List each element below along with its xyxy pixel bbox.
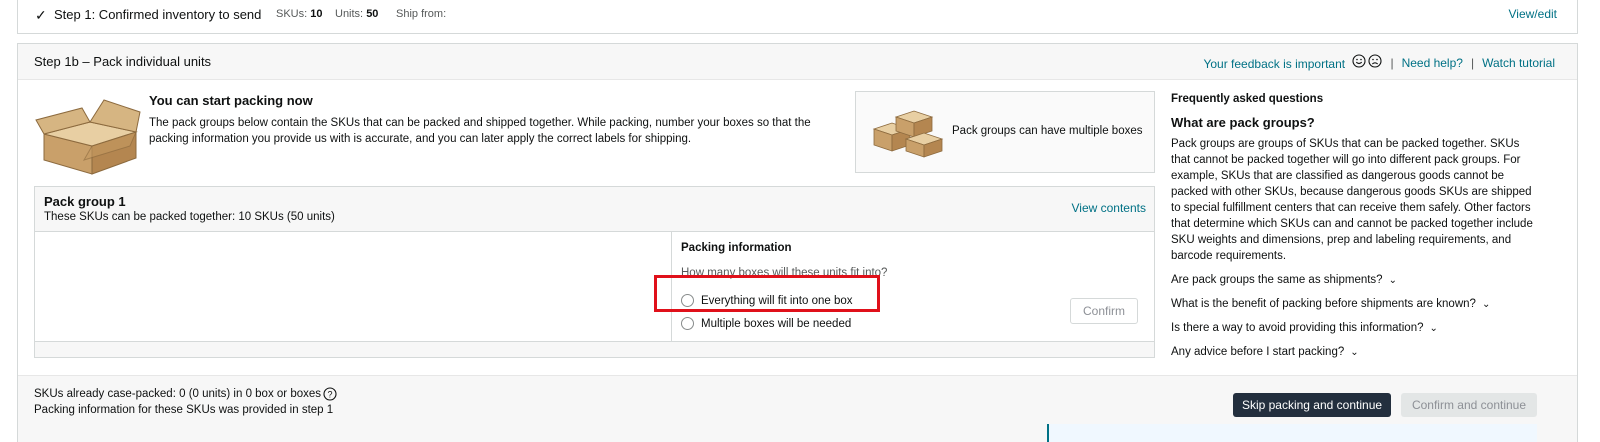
link-separator: | (1390, 55, 1394, 70)
faq-item[interactable]: What is the benefit of packing before sh… (1171, 296, 1541, 312)
start-packing-title: You can start packing now (149, 93, 313, 108)
svg-text:?: ? (328, 389, 333, 399)
start-packing-text: The pack groups below contain the SKUs t… (149, 117, 811, 145)
multiple-boxes-radio[interactable] (681, 317, 694, 330)
link-separator: | (1470, 55, 1475, 70)
pack-group-subtitle: These SKUs can be packed together: 10 SK… (44, 211, 335, 223)
stacked-boxes-icon (872, 110, 944, 158)
step1-title: Step 1: Confirmed inventory to send (54, 7, 262, 22)
highlight-annotation-box (654, 275, 880, 312)
pack-group-title: Pack group 1 (44, 194, 126, 209)
multiple-boxes-card: Pack groups can have multiple boxes (855, 91, 1155, 173)
skus-summary: SKUs: 10 (276, 8, 323, 20)
chevron-down-icon: ⌄ (1429, 322, 1438, 334)
pack-group-footer (35, 341, 1154, 357)
feedback-faces-icon[interactable] (1352, 54, 1382, 68)
panel-header: Step 1b – Pack individual units Your fee… (18, 44, 1577, 80)
view-edit-link[interactable]: View/edit (1509, 7, 1557, 21)
need-help-link[interactable]: Need help? (1402, 56, 1463, 70)
packing-info-title: Packing information (681, 242, 792, 254)
faq-item[interactable]: Any advice before I start packing? ⌄ (1171, 344, 1541, 360)
pack-group-body: Packing information How many boxes will … (35, 232, 1154, 342)
view-contents-link[interactable]: View contents (1072, 201, 1147, 215)
sad-face-icon (1368, 54, 1382, 68)
pack-group-header: Pack group 1 These SKUs can be packed to… (35, 187, 1154, 232)
confirm-button[interactable]: Confirm (1070, 298, 1138, 324)
chevron-down-icon: ⌄ (1350, 346, 1359, 358)
step1-summary-bar: ✓ Step 1: Confirmed inventory to send SK… (17, 0, 1578, 34)
pack-units-panel: Step 1b – Pack individual units Your fee… (17, 43, 1578, 442)
pack-group-card: Pack group 1 These SKUs can be packed to… (34, 186, 1155, 358)
faq-section: Frequently asked questions What are pack… (1171, 93, 1541, 360)
ship-from-label: Ship from: (396, 8, 447, 20)
checkmark-icon: ✓ (35, 7, 47, 23)
provided-note: Packing information for these SKUs was p… (34, 404, 334, 416)
happy-face-icon (1352, 54, 1366, 68)
faq-answer: Pack groups are groups of SKUs that can … (1171, 138, 1533, 262)
option-multiple-boxes[interactable]: Multiple boxes will be needed (681, 317, 851, 330)
faq-item[interactable]: Are pack groups the same as shipments? ⌄ (1171, 272, 1541, 288)
case-packed-summary: SKUs already case-packed: 0 (0 units) in… (34, 387, 337, 401)
info-box (1049, 424, 1537, 442)
units-summary: Units: 50 (335, 8, 379, 20)
open-box-icon (35, 99, 141, 175)
multiple-boxes-text: Pack groups can have multiple boxes (952, 125, 1143, 137)
bottom-action-bar: SKUs already case-packed: 0 (0 units) in… (18, 375, 1577, 442)
faq-item[interactable]: Is there a way to avoid providing this i… (1171, 320, 1541, 336)
help-icon[interactable]: ? (323, 387, 337, 401)
faq-question-title: What are pack groups? (1171, 115, 1315, 130)
multiple-boxes-label[interactable]: Multiple boxes will be needed (701, 318, 851, 330)
chevron-down-icon: ⌄ (1388, 274, 1397, 286)
faq-heading: Frequently asked questions (1171, 93, 1324, 105)
header-links: Your feedback is important | Need help? … (1203, 54, 1555, 71)
watch-tutorial-link[interactable]: Watch tutorial (1482, 56, 1555, 70)
feedback-link[interactable]: Your feedback is important (1203, 54, 1382, 71)
step1b-title: Step 1b – Pack individual units (34, 54, 212, 69)
chevron-down-icon: ⌄ (1481, 298, 1491, 310)
confirm-continue-button[interactable]: Confirm and continue (1401, 393, 1537, 417)
skip-packing-button[interactable]: Skip packing and continue (1233, 393, 1391, 417)
